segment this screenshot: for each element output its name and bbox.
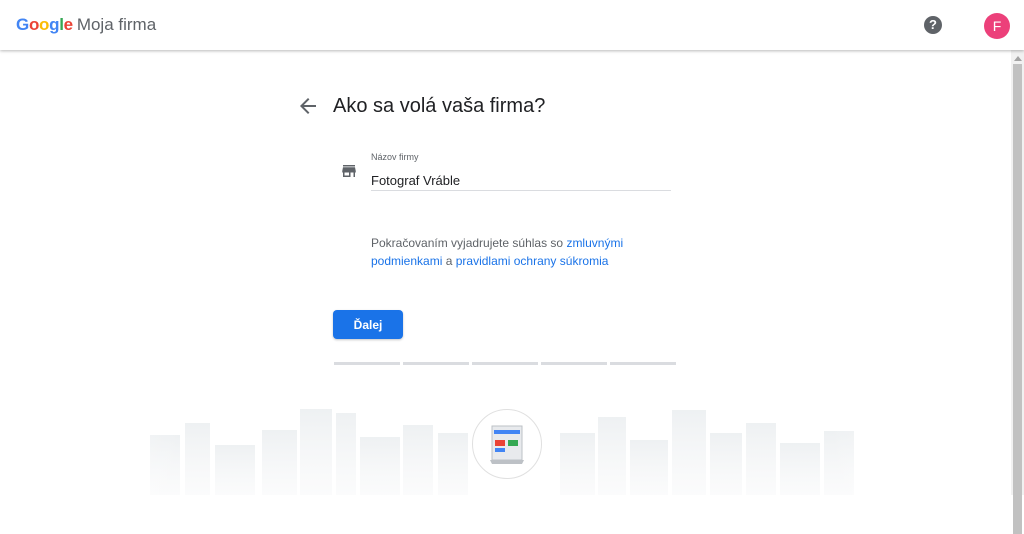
- terms-notice: Pokračovaním vyjadrujete súhlas so zmluv…: [371, 234, 671, 270]
- top-app-bar: Google Moja firma ? F: [0, 0, 1024, 50]
- privacy-policy-link[interactable]: pravidlami ochrany súkromia: [456, 254, 609, 268]
- progress-step: [472, 362, 538, 365]
- progress-step: [541, 362, 607, 365]
- storefront-badge-icon: [490, 425, 524, 464]
- account-avatar[interactable]: F: [984, 13, 1010, 39]
- business-name-input[interactable]: [371, 170, 671, 191]
- product-name: Moja firma: [76, 15, 157, 34]
- help-icon[interactable]: ?: [924, 16, 942, 34]
- page-title: Ako sa volá vaša firma?: [333, 95, 546, 117]
- google-wordmark: Google: [16, 15, 73, 34]
- back-arrow-icon[interactable]: [296, 94, 320, 118]
- progress-step: [610, 362, 676, 365]
- step-progress-bar: [334, 362, 676, 365]
- next-button[interactable]: Ďalej: [333, 310, 403, 339]
- page-scrollbar[interactable]: [1011, 50, 1024, 534]
- terms-middle: a: [442, 254, 456, 268]
- scrollbar-thumb[interactable]: [1013, 64, 1022, 534]
- storefront-badge: [472, 409, 542, 479]
- progress-step: [334, 362, 400, 365]
- business-name-label: Názov firmy: [371, 152, 419, 162]
- terms-prefix: Pokračovaním vyjadrujete súhlas so: [371, 236, 567, 250]
- store-icon: [342, 165, 356, 177]
- progress-step: [403, 362, 469, 365]
- google-my-business-logo[interactable]: Google Moja firma: [16, 15, 156, 35]
- scroll-up-arrow-icon[interactable]: [1014, 56, 1022, 61]
